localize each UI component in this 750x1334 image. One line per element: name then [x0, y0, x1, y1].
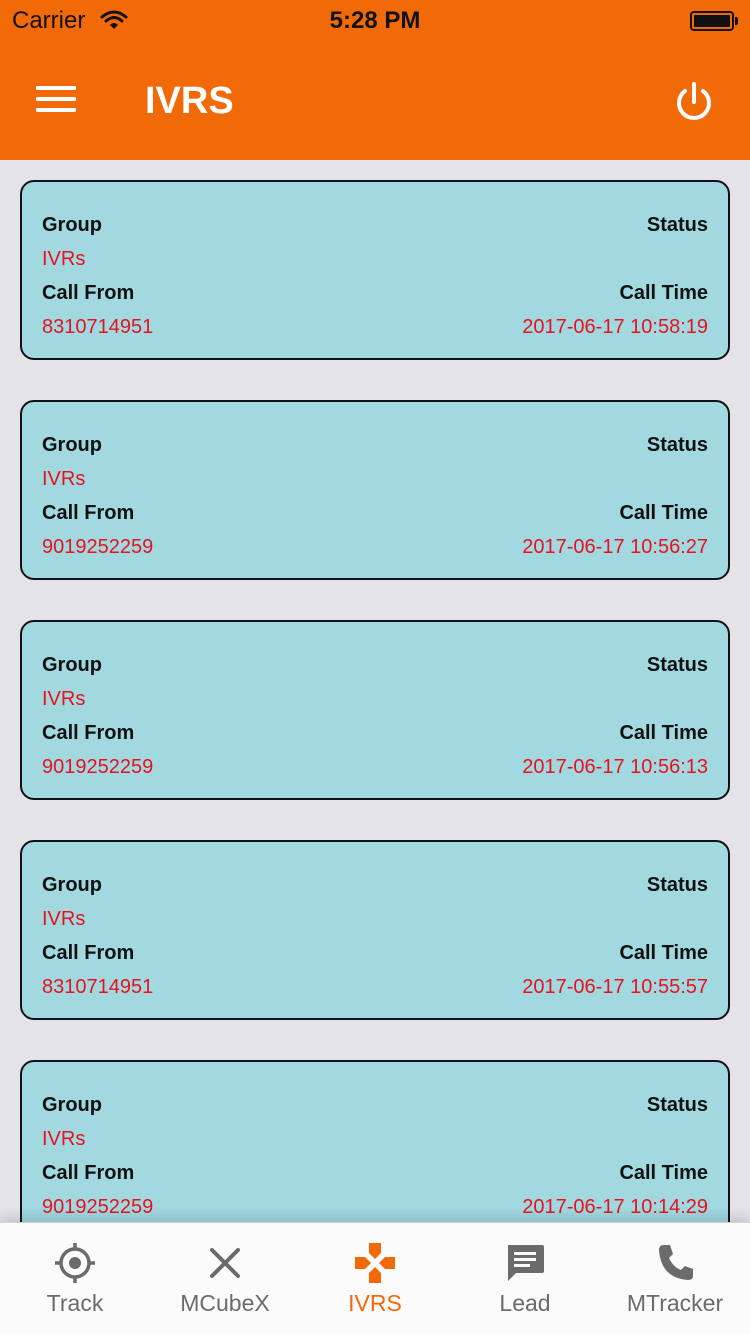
- call-record-card[interactable]: Group Status IVRs Call From Call Time 90…: [20, 620, 730, 800]
- ivrs-call-list[interactable]: Group Status IVRs Call From Call Time 83…: [0, 160, 750, 1222]
- page-title: IVRS: [145, 80, 234, 122]
- status-bar: Carrier 5:28 PM: [0, 0, 750, 40]
- tab-label: IVRS: [348, 1290, 402, 1316]
- close-x-icon: [210, 1248, 240, 1278]
- group-value: IVRs: [42, 468, 86, 490]
- app-header: Carrier 5:28 PM IVRS: [0, 0, 750, 160]
- tab-label: Lead: [499, 1290, 551, 1316]
- call-time-value: 2017-06-17 10:14:29: [522, 1196, 708, 1218]
- target-icon: [55, 1243, 95, 1283]
- status-label: Status: [646, 874, 708, 896]
- call-from-value: 8310714951: [42, 976, 154, 998]
- status-time: 5:28 PM: [329, 7, 421, 34]
- chat-bubble-icon: [508, 1245, 544, 1281]
- group-label: Group: [42, 1094, 102, 1116]
- call-time-label: Call Time: [619, 942, 708, 964]
- group-value: IVRs: [42, 688, 86, 710]
- call-time-value: 2017-06-17 10:58:19: [522, 316, 708, 338]
- tab-mtracker[interactable]: MTracker: [600, 1223, 750, 1334]
- phone-icon: [659, 1245, 693, 1280]
- call-record-card[interactable]: Group Status IVRs Call From Call Time 90…: [20, 1060, 730, 1222]
- group-label: Group: [42, 434, 102, 456]
- call-time-label: Call Time: [619, 722, 708, 744]
- group-label: Group: [42, 874, 102, 896]
- group-label: Group: [42, 214, 102, 236]
- tab-lead[interactable]: Lead: [450, 1223, 600, 1334]
- group-value: IVRs: [42, 248, 86, 270]
- call-from-label: Call From: [42, 722, 135, 744]
- tab-track[interactable]: Track: [0, 1223, 150, 1334]
- battery-icon: [690, 11, 738, 31]
- group-label: Group: [42, 654, 102, 676]
- call-time-label: Call Time: [619, 502, 708, 524]
- tab-label: Track: [46, 1290, 104, 1316]
- dpad-cross-icon: [355, 1243, 395, 1283]
- hamburger-menu-icon[interactable]: [36, 86, 76, 116]
- bottom-tab-bar: Track MCubeX IVRS Lead MTracker: [0, 1222, 750, 1334]
- tab-mcubex[interactable]: MCubeX: [150, 1223, 300, 1334]
- group-value: IVRs: [42, 1128, 86, 1150]
- call-from-label: Call From: [42, 502, 135, 524]
- call-from-value: 9019252259: [42, 756, 154, 778]
- call-time-label: Call Time: [619, 282, 708, 304]
- call-time-value: 2017-06-17 10:55:57: [522, 976, 708, 998]
- group-value: IVRs: [42, 908, 86, 930]
- status-label: Status: [646, 1094, 708, 1116]
- call-from-value: 8310714951: [42, 316, 154, 338]
- power-icon[interactable]: [672, 80, 716, 124]
- tab-label: MTracker: [626, 1290, 724, 1316]
- status-label: Status: [646, 214, 708, 236]
- call-from-label: Call From: [42, 282, 135, 304]
- tab-ivrs[interactable]: IVRS: [300, 1223, 450, 1334]
- call-record-card[interactable]: Group Status IVRs Call From Call Time 83…: [20, 840, 730, 1020]
- call-time-label: Call Time: [619, 1162, 708, 1184]
- call-from-value: 9019252259: [42, 1196, 154, 1218]
- status-label: Status: [646, 434, 708, 456]
- call-from-label: Call From: [42, 942, 135, 964]
- call-from-label: Call From: [42, 1162, 135, 1184]
- call-record-card[interactable]: Group Status IVRs Call From Call Time 90…: [20, 400, 730, 580]
- status-label: Status: [646, 654, 708, 676]
- tab-label: MCubeX: [180, 1290, 270, 1316]
- call-from-value: 9019252259: [42, 536, 154, 558]
- call-time-value: 2017-06-17 10:56:27: [522, 536, 708, 558]
- call-time-value: 2017-06-17 10:56:13: [522, 756, 708, 778]
- call-record-card[interactable]: Group Status IVRs Call From Call Time 83…: [20, 180, 730, 360]
